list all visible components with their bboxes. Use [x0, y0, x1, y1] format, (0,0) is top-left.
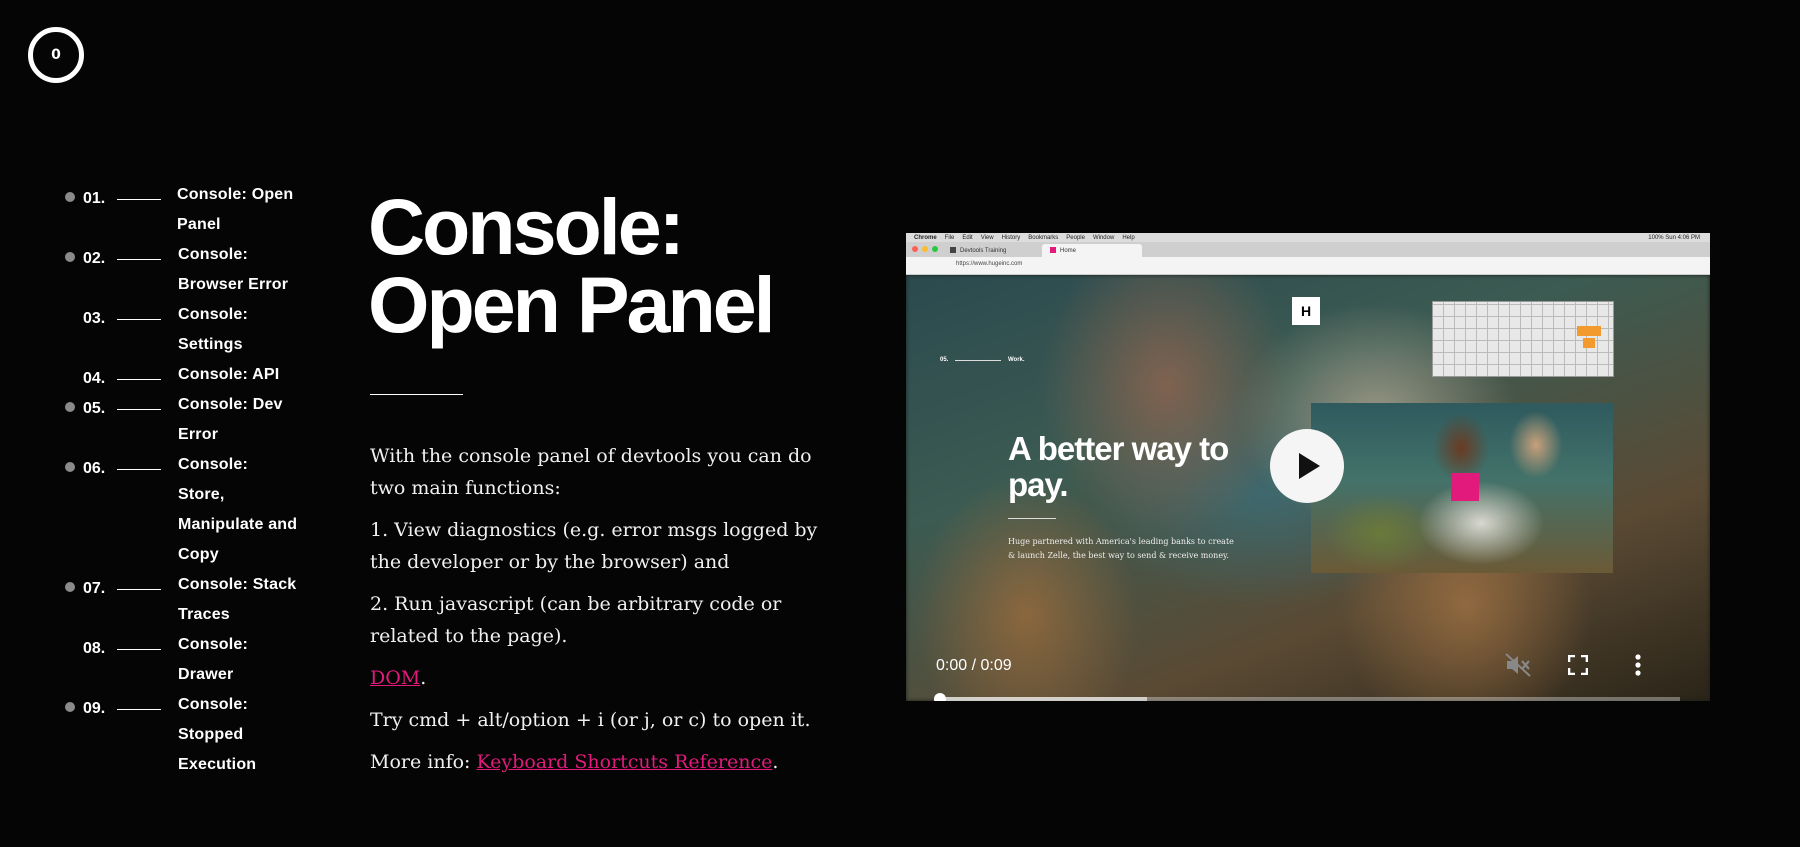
chapter-nav: 01. Console: Open Panel 02. Console: Browse…	[0, 180, 320, 780]
browser-tabstrip: Devtools Training Home	[906, 242, 1710, 257]
browser-tab-devtools: Devtools Training	[942, 244, 1042, 257]
inner-headline: A better way to pay.	[1008, 430, 1229, 503]
inner-rule	[1008, 518, 1056, 519]
thumbnail-play-icon	[1451, 473, 1479, 501]
play-button[interactable]	[1270, 429, 1344, 503]
mute-button[interactable]	[1500, 647, 1536, 683]
key-highlight	[1583, 338, 1595, 348]
menubar-item: Help	[1122, 234, 1135, 241]
nav-label: Console: Stopped Execution	[178, 696, 257, 773]
inner-section-label: Work.	[1008, 357, 1025, 363]
fullscreen-button[interactable]	[1560, 647, 1596, 683]
page-title: Console: Open Panel	[368, 182, 868, 349]
paragraph-run-js: 2. Run javascript (can be arbitrary code…	[370, 593, 782, 647]
nav-connector-line	[117, 259, 161, 260]
browser-urlbar: https://www.hugeinc.com	[906, 257, 1710, 275]
video-progress-bar[interactable]	[934, 693, 1680, 701]
nav-label: Console: Browser Error	[178, 246, 289, 293]
nav-label: Console: Drawer	[178, 636, 249, 683]
menubar-item: Bookmarks	[1028, 234, 1059, 241]
video-player[interactable]: Chrome File Edit View History Bookmarks People…	[906, 233, 1710, 701]
nav-item-9[interactable]: 09. Console: Stopped Execution	[0, 690, 320, 780]
nav-number: 09.	[83, 700, 106, 717]
nav-visited-dot	[65, 252, 75, 262]
nav-visited-dot	[65, 402, 75, 412]
nav-label: Console: Dev Error	[178, 396, 283, 443]
vertical-ellipsis-icon	[1635, 654, 1641, 676]
nav-item-5[interactable]: 05. Console: Dev Error	[0, 390, 320, 450]
nav-label: Console: Open Panel	[177, 186, 294, 233]
menubar-status: 100% Sun 4:06 PM	[1648, 234, 1700, 241]
menubar-item: Edit	[962, 234, 973, 241]
nav-label: Console: Settings	[178, 306, 249, 353]
muted-speaker-icon	[1505, 653, 1531, 677]
nav-item-6[interactable]: 06. Console: Store, Manipulate and Copy	[0, 450, 320, 570]
nav-number: 05.	[83, 400, 106, 417]
keyboard-viewer	[1432, 301, 1614, 377]
keyboard-shortcuts-link[interactable]: Keyboard Shortcuts Reference	[477, 751, 773, 773]
nav-number: 03.	[83, 310, 106, 327]
title-line-1: Console:	[368, 182, 685, 271]
nav-connector-line	[117, 649, 161, 650]
buffered-bar	[940, 697, 1148, 701]
progress-scrubber[interactable]	[934, 693, 946, 701]
inner-copy: Huge partnered with America's leading ba…	[1008, 537, 1234, 560]
play-icon	[1299, 453, 1320, 479]
mac-menubar: Chrome File Edit View History Bookmarks People…	[906, 233, 1710, 242]
dom-link[interactable]: DOM	[370, 667, 420, 689]
nav-connector-line	[117, 199, 161, 200]
title-line-2: Open Panel	[368, 260, 776, 349]
video-time: 0:00 / 0:09	[936, 657, 1012, 674]
inner-section-number: 05.	[940, 357, 949, 363]
paragraph-more-info: More info: Keyboard Shortcuts Reference.	[370, 751, 779, 773]
nav-connector-line	[117, 319, 161, 320]
nav-item-7[interactable]: 07. Console: Stack Traces	[0, 570, 320, 630]
article-body: With the console panel of devtools you c…	[370, 440, 850, 788]
nav-label: Console: Stack Traces	[178, 576, 297, 623]
paragraph-shortcut: Try cmd + alt/option + i (or j, or c) to…	[370, 709, 811, 731]
paragraph-dom: DOM.	[370, 667, 427, 689]
nav-label: Console: Store, Manipulate and Copy	[178, 456, 298, 563]
nav-item-4[interactable]: 04. Console: API	[0, 360, 320, 390]
more-options-button[interactable]	[1620, 647, 1656, 683]
video-thumbnail	[1311, 403, 1613, 573]
nav-item-1[interactable]: 01. Console: Open Panel	[0, 180, 320, 240]
nav-number: 02.	[83, 250, 106, 267]
key-highlight	[1589, 326, 1601, 336]
nav-visited-dot	[65, 702, 75, 712]
key-highlight	[1577, 326, 1589, 336]
nav-item-8[interactable]: 08. Console: Drawer	[0, 630, 320, 690]
nav-connector-line	[117, 409, 161, 410]
fullscreen-icon	[1568, 655, 1588, 675]
nav-item-2[interactable]: 02. Console: Browser Error	[0, 240, 320, 300]
menubar-item: Window	[1092, 234, 1115, 241]
huge-logo: H	[1292, 297, 1320, 325]
site-logo[interactable]: 0	[28, 27, 84, 83]
menubar-item: People	[1066, 234, 1085, 241]
menubar-item: File	[944, 234, 955, 241]
nav-connector-line	[117, 469, 161, 470]
menubar-item: View	[980, 234, 994, 241]
nav-visited-dot	[65, 462, 75, 472]
nav-number: 08.	[83, 640, 106, 657]
nav-connector-line	[117, 379, 161, 380]
nav-connector-line	[117, 589, 161, 590]
title-divider	[370, 394, 463, 395]
window-controls	[912, 246, 938, 252]
nav-visited-dot	[65, 582, 75, 592]
nav-connector-line	[117, 709, 161, 710]
browser-url: https://www.hugeinc.com	[956, 261, 1023, 267]
nav-number: 01.	[83, 190, 106, 207]
paragraph-diagnostics: 1. View diagnostics (e.g. error msgs log…	[370, 519, 818, 573]
browser-tab-home: Home	[1042, 244, 1142, 257]
inner-divider	[955, 360, 1001, 361]
menubar-item: History	[1001, 234, 1021, 241]
nav-visited-dot	[65, 192, 75, 202]
nav-item-3[interactable]: 03. Console: Settings	[0, 300, 320, 360]
nav-label: Console: API	[178, 366, 280, 383]
menubar-item: Chrome	[914, 234, 937, 241]
paragraph-intro: With the console panel of devtools you c…	[370, 445, 812, 499]
nav-number: 07.	[83, 580, 106, 597]
nav-number: 06.	[83, 460, 106, 477]
